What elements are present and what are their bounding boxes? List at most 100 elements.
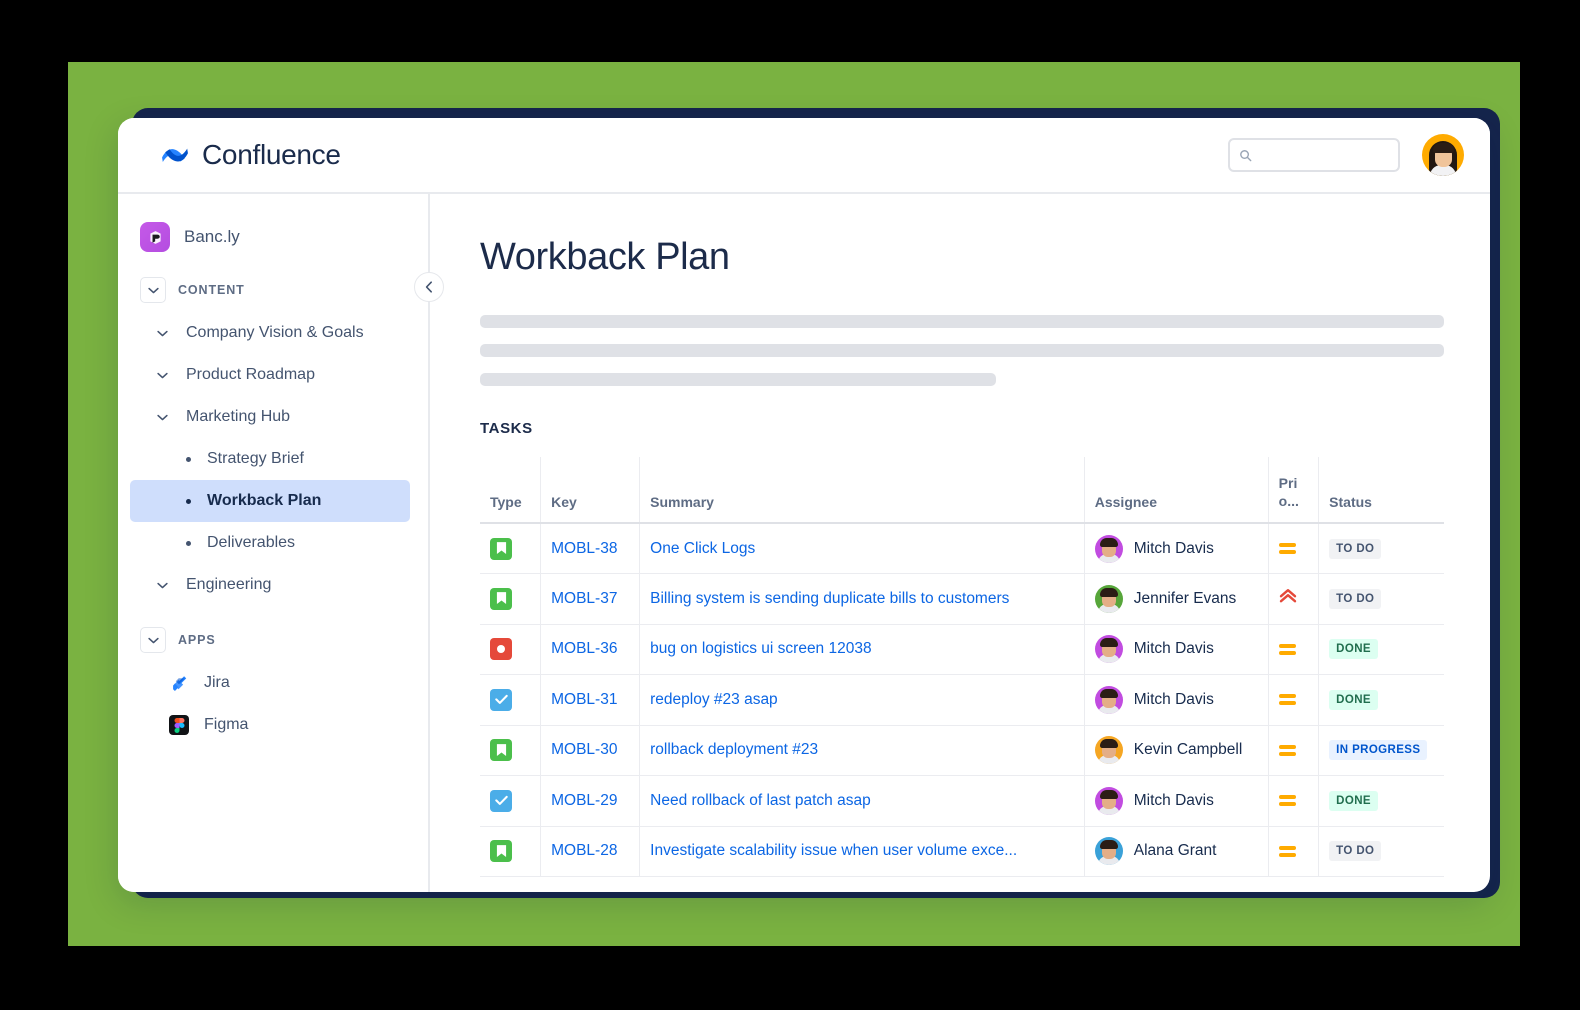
issue-type-story-icon (490, 739, 512, 762)
chevron-down-icon[interactable] (152, 330, 172, 337)
assignee-avatar (1094, 685, 1123, 714)
cell-key[interactable]: MOBL-30 (540, 725, 641, 776)
assignee-name: Mitch Davis (1133, 539, 1214, 557)
cell-status: IN PROGRESS (1318, 725, 1444, 776)
issue-type-story-icon (490, 587, 512, 610)
column-header-summary[interactable]: Summary (639, 457, 1085, 524)
assignee-name: Alana Grant (1133, 842, 1217, 860)
sidebar-item-deliverables[interactable]: Deliverables (130, 522, 410, 564)
issue-key-link[interactable]: MOBL-38 (551, 540, 617, 557)
cell-status: DONE (1318, 624, 1444, 675)
assignee-name: Kevin Campbell (1133, 741, 1243, 759)
sidebar-item-label: Jira (204, 674, 230, 691)
cell-priority (1268, 725, 1320, 776)
column-header-status[interactable]: Status (1318, 457, 1444, 524)
issue-key-link[interactable]: MOBL-36 (551, 640, 617, 657)
bancly-glyph-icon (149, 230, 161, 244)
table-row[interactable]: MOBL-38 One Click Logs Mitch Davis TO DO (480, 523, 1444, 574)
issue-summary-link[interactable]: Need rollback of last patch asap (650, 792, 871, 809)
sidebar-item-figma[interactable]: Figma (118, 704, 428, 746)
assignee-name: Jennifer Evans (1133, 589, 1237, 607)
column-header-assignee[interactable]: Assignee (1084, 457, 1269, 524)
sidebar-item-strategy-brief[interactable]: Strategy Brief (130, 438, 410, 480)
sidebar-item-product-roadmap[interactable]: Product Roadmap (130, 354, 410, 396)
table-row[interactable]: MOBL-30 rollback deployment #23 Kevin Camp… (480, 725, 1444, 776)
table-row[interactable]: MOBL-29 Need rollback of last patch asap M… (480, 775, 1444, 827)
issue-key-link[interactable]: MOBL-28 (551, 842, 617, 859)
chevron-down-icon[interactable] (152, 414, 172, 421)
sidebar-item-engineering[interactable]: Engineering (130, 564, 410, 606)
cell-type (480, 674, 542, 726)
priority-medium-icon (1278, 795, 1309, 807)
status-badge: DONE (1329, 639, 1378, 660)
cell-summary[interactable]: Billing system is sending duplicate bill… (639, 573, 1085, 625)
avatar[interactable] (1422, 134, 1464, 176)
chevron-down-icon[interactable] (152, 582, 172, 589)
bullet-icon (186, 456, 191, 462)
content-placeholder-line (480, 315, 1444, 328)
cell-priority (1268, 523, 1320, 574)
table-row[interactable]: MOBL-28 Investigate scalability issue whe… (480, 826, 1444, 877)
issue-summary-link[interactable]: Billing system is sending duplicate bill… (650, 590, 1009, 607)
sidebar-item-label: Marketing Hub (186, 408, 291, 425)
issue-key-link[interactable]: MOBL-30 (551, 741, 617, 758)
cell-key[interactable]: MOBL-31 (540, 674, 641, 726)
cell-summary[interactable]: Need rollback of last patch asap (639, 775, 1085, 827)
sidebar-space-row[interactable]: Banc.ly (118, 216, 428, 258)
column-header-type[interactable]: Type (480, 457, 542, 524)
cell-type (480, 725, 542, 776)
table-row[interactable]: MOBL-31 redeploy #23 asap Mitch Davis DONE (480, 674, 1444, 726)
brand-logo-group[interactable]: Confluence (160, 139, 341, 171)
cell-status: TO DO (1318, 573, 1444, 625)
sidebar-item-marketing-hub[interactable]: Marketing Hub (130, 396, 410, 438)
column-header-key[interactable]: Key (540, 457, 641, 524)
priority-medium-icon (1278, 845, 1309, 857)
cell-key[interactable]: MOBL-29 (540, 775, 641, 827)
issue-type-bug-icon (490, 638, 512, 661)
search-box[interactable] (1228, 138, 1400, 172)
cell-key[interactable]: MOBL-37 (540, 573, 641, 625)
cell-summary[interactable]: rollback deployment #23 (639, 725, 1085, 776)
sidebar-collapse-button[interactable] (414, 272, 444, 302)
figma-icon-tile (169, 715, 189, 735)
issue-key-link[interactable]: MOBL-37 (551, 590, 617, 607)
cell-key[interactable]: MOBL-28 (540, 826, 641, 877)
cell-priority (1268, 775, 1320, 827)
column-header-priority[interactable]: Pri o... (1268, 457, 1320, 524)
issue-key-link[interactable]: MOBL-31 (551, 691, 617, 708)
issue-summary-link[interactable]: One Click Logs (650, 540, 755, 557)
cell-assignee: Kevin Campbell (1084, 725, 1269, 776)
issue-summary-link[interactable]: redeploy #23 asap (650, 691, 778, 708)
top-navigation-bar: Confluence (118, 118, 1490, 194)
bullet-icon (186, 540, 191, 546)
cell-key[interactable]: MOBL-38 (540, 523, 641, 574)
sidebar-section-apps[interactable]: APPS (118, 622, 428, 658)
table-row[interactable]: MOBL-37 Billing system is sending duplica… (480, 573, 1444, 625)
table-row[interactable]: MOBL-36 bug on logistics ui screen 12038 M… (480, 624, 1444, 675)
issue-summary-link[interactable]: Investigate scalability issue when user … (650, 842, 1017, 859)
chevron-down-icon[interactable] (140, 627, 166, 653)
bancly-space-logo (140, 222, 170, 252)
sidebar-section-content[interactable]: CONTENT (118, 272, 428, 308)
priority-highest-icon (1279, 589, 1296, 603)
sidebar-item-jira[interactable]: Jira (118, 662, 428, 704)
assignee-avatar (1094, 635, 1123, 664)
issue-summary-link[interactable]: rollback deployment #23 (650, 741, 818, 758)
search-input[interactable] (1258, 147, 1389, 163)
cell-summary[interactable]: One Click Logs (639, 523, 1085, 574)
chevron-down-icon[interactable] (140, 277, 166, 303)
cell-summary[interactable]: redeploy #23 asap (639, 674, 1085, 726)
cell-key[interactable]: MOBL-36 (540, 624, 641, 675)
cell-summary[interactable]: bug on logistics ui screen 12038 (639, 624, 1085, 675)
space-name: Banc.ly (184, 227, 240, 246)
assignee-avatar (1094, 534, 1123, 563)
tasks-heading: TASKS (480, 420, 533, 437)
sidebar-item-company-vision-goals[interactable]: Company Vision & Goals (130, 312, 410, 354)
sidebar-item-workback-plan[interactable]: Workback Plan (130, 480, 410, 522)
issue-key-link[interactable]: MOBL-29 (551, 792, 617, 809)
avatar-hair-front (1433, 143, 1454, 153)
issue-summary-link[interactable]: bug on logistics ui screen 12038 (650, 640, 871, 657)
chevron-down-icon[interactable] (152, 372, 172, 379)
cell-summary[interactable]: Investigate scalability issue when user … (639, 826, 1085, 877)
tasks-table: Type Key Summary Assignee Pri o... Statu… (480, 457, 1444, 877)
